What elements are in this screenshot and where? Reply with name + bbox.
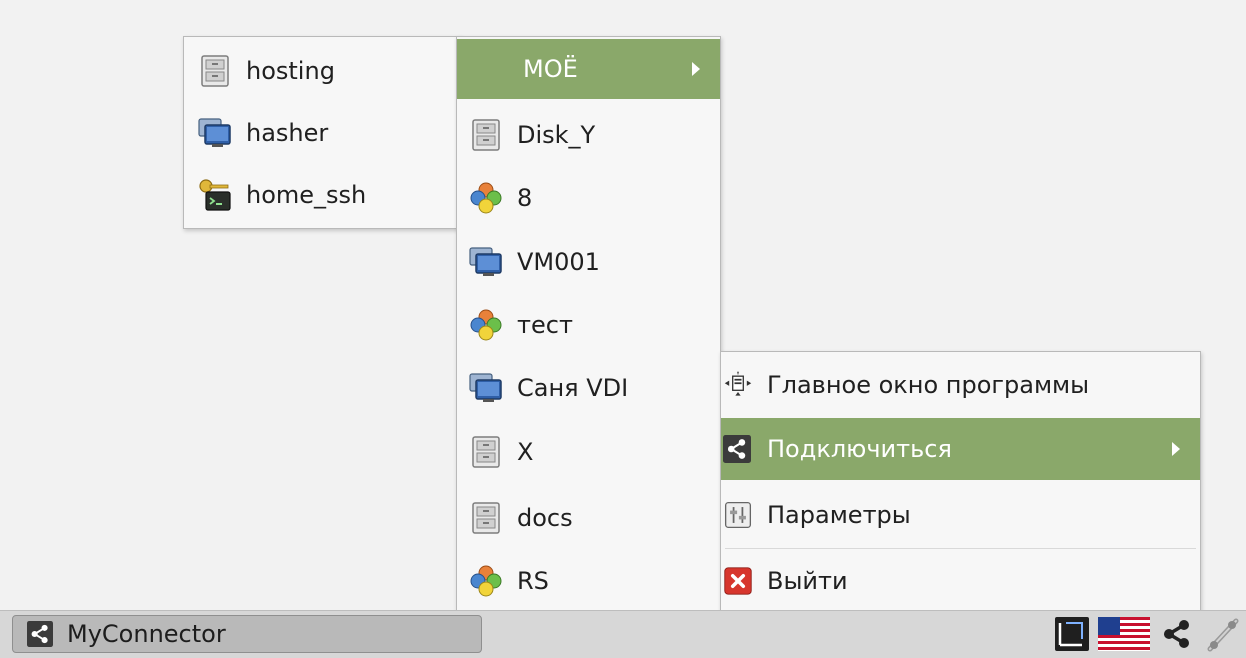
menu-item-label: МОЁ xyxy=(523,55,578,83)
share-icon xyxy=(723,435,751,463)
file-cabinet-icon xyxy=(469,118,503,152)
menu-item-main-window[interactable]: Главное окно программы xyxy=(721,354,1200,416)
menu-item-label: hasher xyxy=(246,119,329,147)
colored-circles-icon xyxy=(469,181,503,215)
menu-separator xyxy=(725,548,1196,549)
menu-item-label: Выйти xyxy=(767,567,848,595)
menu-item-label: тест xyxy=(517,311,573,339)
colored-circles-icon xyxy=(469,308,503,342)
menu-item-label: VM001 xyxy=(517,248,600,276)
main-window-icon xyxy=(723,370,753,400)
chevron-right-icon xyxy=(1172,442,1180,456)
menu-item-label: Параметры xyxy=(767,501,911,529)
menu-item-sanya-vdi[interactable]: Саня VDI xyxy=(457,357,720,419)
monitor-icon xyxy=(469,371,503,405)
menu-item-vm001[interactable]: VM001 xyxy=(457,231,720,293)
menu-item-test[interactable]: тест xyxy=(457,294,720,356)
file-cabinet-icon xyxy=(469,501,503,535)
us-flag-icon[interactable] xyxy=(1098,615,1150,653)
menu-item-label: Главное окно программы xyxy=(767,371,1090,399)
menu-item-label: X xyxy=(517,438,534,466)
menu-item-label: docs xyxy=(517,504,573,532)
menu-item-connect[interactable]: Подключиться xyxy=(721,418,1200,480)
submenu-moe: hosting hasher home_ssh xyxy=(183,36,462,229)
screenshot-icon[interactable] xyxy=(1054,615,1090,653)
monitor-icon xyxy=(198,116,232,150)
share-icon[interactable] xyxy=(1160,615,1194,653)
share-icon xyxy=(27,621,53,647)
taskbar-app-label: MyConnector xyxy=(67,620,226,648)
taskbar: MyConnector xyxy=(0,610,1246,658)
menu-item-label: Disk_Y xyxy=(517,121,596,149)
menu-item-moe[interactable]: МОЁ xyxy=(457,39,720,99)
submenu-connections: МОЁ Disk_Y 8 VM001 тест Саня VDI X docs … xyxy=(456,36,721,614)
file-cabinet-icon xyxy=(198,54,232,88)
ssh-terminal-key-icon xyxy=(198,178,232,212)
file-cabinet-icon xyxy=(469,435,503,469)
menu-item-docs[interactable]: docs xyxy=(457,487,720,549)
menu-item-disk-y[interactable]: Disk_Y xyxy=(457,104,720,166)
menu-item-settings[interactable]: Параметры xyxy=(721,484,1200,546)
taskbar-app-button[interactable]: MyConnector xyxy=(12,615,482,653)
menu-item-label: home_ssh xyxy=(246,181,367,209)
menu-item-8[interactable]: 8 xyxy=(457,167,720,229)
menu-item-home-ssh[interactable]: home_ssh xyxy=(184,164,461,226)
menu-item-x[interactable]: X xyxy=(457,421,720,483)
colored-circles-icon xyxy=(469,564,503,598)
menu-item-label: hosting xyxy=(246,57,335,85)
menu-item-label: Подключиться xyxy=(767,435,952,463)
menu-item-label: RS xyxy=(517,567,549,595)
monitor-icon xyxy=(469,245,503,279)
tray-context-menu: Главное окно программы Подключиться Пара… xyxy=(720,351,1201,614)
settings-icon xyxy=(723,500,753,530)
menu-item-label: Саня VDI xyxy=(517,374,629,402)
menu-item-hosting[interactable]: hosting xyxy=(184,40,461,102)
chevron-right-icon xyxy=(692,62,700,76)
menu-item-hasher[interactable]: hasher xyxy=(184,102,461,164)
menu-item-label: 8 xyxy=(517,184,533,212)
menu-item-rs[interactable]: RS xyxy=(457,550,720,612)
menu-item-exit[interactable]: Выйти xyxy=(721,550,1200,612)
exit-icon xyxy=(723,566,753,596)
network-icon[interactable] xyxy=(1204,615,1242,653)
